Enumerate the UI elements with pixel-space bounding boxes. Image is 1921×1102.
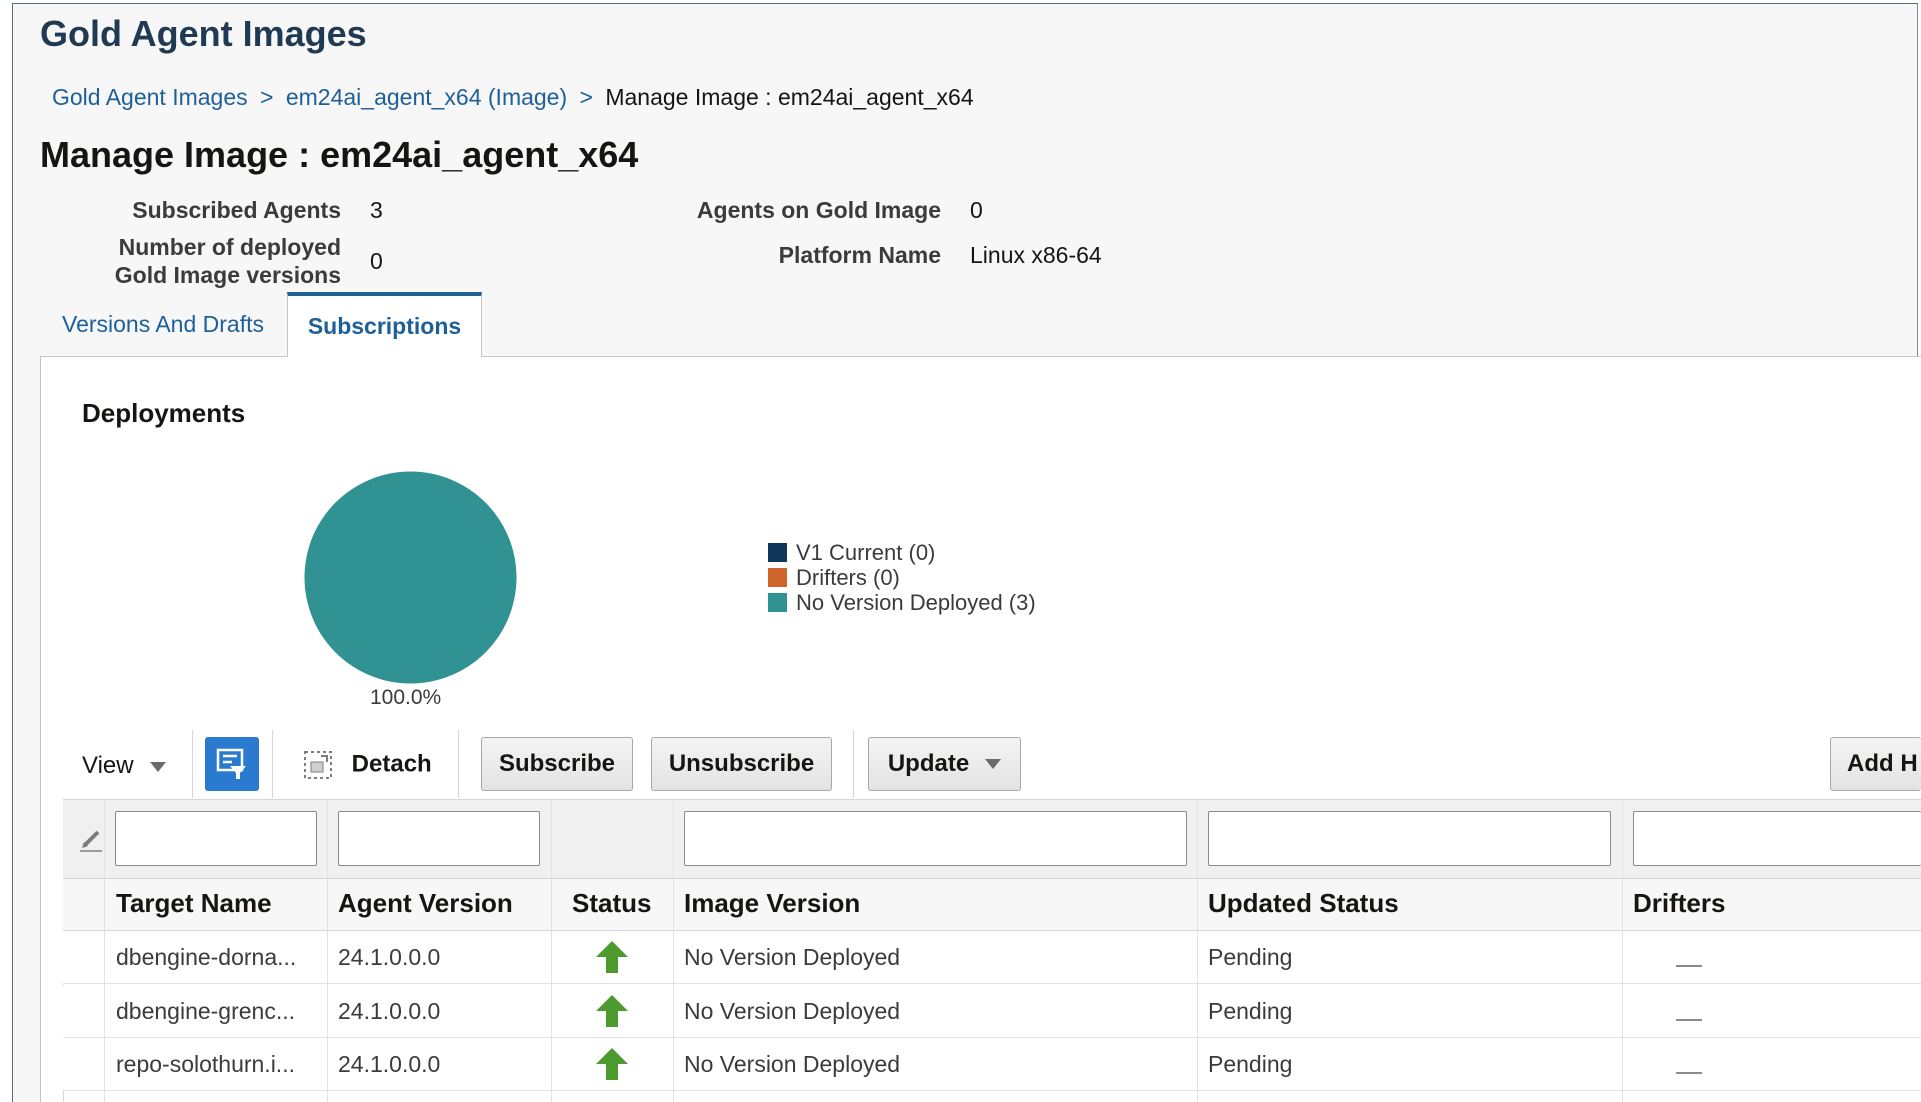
column-divider — [551, 799, 552, 1102]
cell-agent-version: 24.1.0.0.0 — [338, 944, 441, 970]
deployments-title: Deployments — [82, 398, 246, 428]
up-arrow-icon — [596, 1048, 628, 1080]
pie-chart-svg — [304, 471, 517, 684]
breadcrumb-link-gold-agent-images[interactable]: Gold Agent Images — [52, 84, 248, 110]
cell-target-name[interactable]: dbengine-grenc... — [116, 998, 295, 1025]
column-divider — [1197, 799, 1198, 1102]
cell-target-name[interactable]: dbengine-dorna... — [116, 944, 296, 971]
deployed-versions-value: 0 — [370, 248, 383, 274]
column-divider — [104, 799, 105, 1102]
toolbar-separator — [853, 730, 854, 798]
pie-percentage-label: 100.0% — [370, 686, 442, 709]
target-name-filter-input[interactable] — [115, 811, 317, 866]
column-header-image-version[interactable]: Image Version — [684, 888, 860, 919]
deployments-pie-chart — [303, 470, 518, 685]
drifters-empty-dash — [1676, 1072, 1702, 1074]
subscribed-agents-value: 3 — [370, 197, 383, 223]
column-header-updated-status[interactable]: Updated Status — [1208, 888, 1399, 919]
cell-agent-version: 24.1.0.0.0 — [338, 1051, 441, 1077]
deployed-versions-label-line2: Gold Image versions — [114, 262, 341, 288]
column-header-agent-version[interactable]: Agent Version — [338, 888, 513, 919]
cell-updated-status: Pending — [1208, 1051, 1293, 1077]
unsubscribe-button[interactable]: Unsubscribe — [651, 737, 832, 791]
column-header-status[interactable]: Status — [572, 888, 651, 919]
cell-agent-version: 24.1.0.0.0 — [338, 998, 441, 1024]
detach-button[interactable]: Detach — [303, 750, 432, 780]
legend-swatch-v1-current — [768, 543, 787, 562]
breadcrumb-current: Manage Image : em24ai_agent_x64 — [605, 84, 974, 110]
legend-label-drifters: Drifters (0) — [796, 565, 900, 590]
cell-target-name[interactable]: repo-solothurn.i... — [116, 1051, 295, 1078]
pie-slice-no-version-deployed[interactable] — [304, 471, 517, 684]
tab-versions-and-drafts[interactable]: Versions And Drafts — [48, 292, 278, 357]
query-by-example-button[interactable] — [205, 737, 259, 791]
column-divider — [673, 799, 674, 1102]
cell-updated-status: Pending — [1208, 944, 1293, 970]
legend-item-v1-current: V1 Current (0) — [768, 540, 1036, 565]
column-divider — [1622, 799, 1623, 1102]
toolbar-separator — [192, 730, 193, 798]
pie-legend: V1 Current (0) Drifters (0) No Version D… — [768, 540, 1036, 615]
app-title: Gold Agent Images — [40, 13, 367, 54]
drifters-filter-input[interactable] — [1633, 811, 1921, 866]
subscribed-agents-label: Subscribed Agents — [132, 197, 341, 223]
legend-label-no-version-deployed: No Version Deployed (3) — [796, 590, 1036, 615]
platform-name-label: Platform Name — [778, 242, 941, 268]
deployed-versions-label-line1: Number of deployed — [118, 234, 341, 260]
page-title: Manage Image : em24ai_agent_x64 — [40, 134, 639, 175]
breadcrumb: Gold Agent Images > em24ai_agent_x64 (Im… — [52, 84, 974, 111]
image-version-filter-input[interactable] — [684, 811, 1187, 866]
view-menu[interactable]: View — [82, 752, 167, 780]
add-button[interactable]: Add H — [1830, 737, 1921, 791]
detach-icon — [304, 751, 332, 779]
update-menu-button[interactable]: Update — [868, 737, 1021, 791]
column-header-target-name[interactable]: Target Name — [116, 888, 272, 919]
view-menu-label: View — [82, 752, 134, 779]
chevron-down-icon — [150, 761, 167, 772]
clear-filter-icon[interactable] — [78, 826, 104, 852]
toolbar-separator — [272, 730, 273, 798]
toolbar-separator — [458, 730, 459, 798]
agents-on-gold-image-value: 0 — [970, 197, 983, 223]
agent-version-filter-input[interactable] — [338, 811, 540, 866]
cell-image-version: No Version Deployed — [684, 998, 901, 1024]
breadcrumb-separator: > — [579, 84, 593, 110]
agents-on-gold-image-label: Agents on Gold Image — [696, 197, 941, 223]
detach-label: Detach — [351, 750, 432, 778]
update-label: Update — [887, 750, 970, 777]
legend-swatch-drifters — [768, 568, 787, 587]
legend-label-v1-current: V1 Current (0) — [796, 540, 936, 565]
column-divider — [327, 799, 328, 1102]
filter-icon — [216, 748, 246, 779]
chevron-down-icon — [985, 759, 1002, 769]
legend-item-no-version-deployed: No Version Deployed (3) — [768, 590, 1036, 615]
platform-name-value: Linux x86-64 — [970, 242, 1102, 268]
subscribe-button[interactable]: Subscribe — [481, 737, 633, 791]
drifters-empty-dash — [1676, 1019, 1702, 1021]
drifters-empty-dash — [1676, 965, 1702, 967]
up-arrow-icon — [596, 941, 628, 973]
column-header-drifters[interactable]: Drifters — [1633, 888, 1725, 919]
breadcrumb-separator: > — [260, 84, 274, 110]
updated-status-filter-input[interactable] — [1208, 811, 1611, 866]
cell-image-version: No Version Deployed — [684, 1051, 901, 1077]
legend-item-drifters: Drifters (0) — [768, 565, 1036, 590]
up-arrow-icon — [596, 995, 628, 1027]
legend-swatch-no-version-deployed — [768, 593, 787, 612]
cell-updated-status: Pending — [1208, 998, 1293, 1024]
breadcrumb-link-image[interactable]: em24ai_agent_x64 (Image) — [286, 84, 567, 110]
cell-image-version: No Version Deployed — [684, 944, 901, 970]
tab-subscriptions[interactable]: Subscriptions — [287, 292, 482, 357]
